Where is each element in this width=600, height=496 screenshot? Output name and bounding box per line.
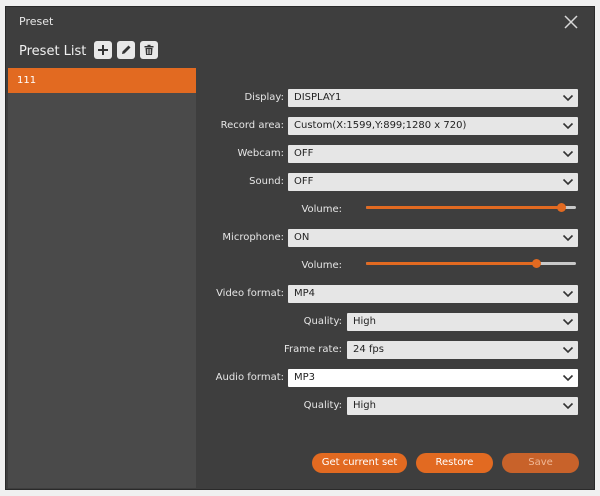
microphone-select[interactable]: ON	[288, 229, 578, 247]
display-value: DISPLAY1	[294, 92, 342, 103]
get-current-set-button[interactable]: Get current set	[312, 453, 407, 473]
frame-rate-select[interactable]: 24 fps	[347, 341, 578, 359]
preset-list-title: Preset List	[19, 44, 87, 59]
audio-format-row: Audio format: MP3	[196, 369, 594, 387]
pencil-icon[interactable]	[117, 41, 135, 59]
sound-row: Sound: OFF	[196, 173, 594, 191]
preset-item[interactable]: 111	[8, 68, 196, 93]
frame-rate-row: Frame rate: 24 fps	[196, 341, 594, 359]
preset-sidebar: 111	[8, 68, 196, 488]
microphone-label: Microphone:	[222, 232, 284, 243]
video-quality-select[interactable]: High	[347, 313, 578, 331]
preset-list-header: Preset List	[6, 37, 594, 65]
audio-format-value: MP3	[294, 372, 316, 383]
audio-quality-value: High	[353, 400, 376, 411]
display-select[interactable]: DISPLAY1	[288, 89, 578, 107]
slider-knob[interactable]	[532, 259, 542, 268]
mic-volume-label: Volume:	[301, 260, 342, 271]
record-area-row: Record area: Custom(X:1599,Y:899;1280 x …	[196, 117, 594, 135]
chevron-down-icon	[562, 346, 574, 354]
chevron-down-icon	[562, 94, 574, 102]
sound-volume-row: Volume:	[196, 201, 594, 219]
preset-window: Preset Preset List 111 Display: DISPLAY1…	[5, 6, 595, 490]
sound-select[interactable]: OFF	[288, 173, 578, 191]
webcam-select[interactable]: OFF	[288, 145, 578, 163]
record-area-select[interactable]: Custom(X:1599,Y:899;1280 x 720)	[288, 117, 578, 135]
video-format-select[interactable]: MP4	[288, 285, 578, 303]
mic-volume-row: Volume:	[196, 257, 594, 275]
sound-value: OFF	[294, 176, 314, 187]
audio-format-label: Audio format:	[215, 372, 284, 383]
chevron-down-icon	[562, 178, 574, 186]
display-label: Display:	[244, 92, 284, 103]
chevron-down-icon	[562, 318, 574, 326]
microphone-value: ON	[294, 232, 310, 243]
video-format-value: MP4	[294, 288, 316, 299]
chevron-down-icon	[562, 402, 574, 410]
frame-rate-value: 24 fps	[353, 344, 384, 355]
chevron-down-icon	[562, 122, 574, 130]
restore-button[interactable]: Restore	[416, 453, 493, 473]
video-quality-value: High	[353, 316, 376, 327]
record-area-label: Record area:	[220, 120, 284, 131]
save-button[interactable]: Save	[502, 453, 579, 473]
sound-volume-label: Volume:	[301, 204, 342, 215]
display-row: Display: DISPLAY1	[196, 89, 594, 107]
video-quality-row: Quality: High	[196, 313, 594, 331]
preset-settings: Display: DISPLAY1 Record area: Custom(X:…	[196, 68, 594, 488]
chevron-down-icon	[562, 374, 574, 382]
sound-volume-slider[interactable]	[366, 201, 576, 213]
mic-volume-slider[interactable]	[366, 257, 576, 269]
video-quality-label: Quality:	[303, 316, 342, 327]
audio-quality-row: Quality: High	[196, 397, 594, 415]
window-title: Preset	[19, 15, 54, 28]
chevron-down-icon	[562, 290, 574, 298]
plus-icon[interactable]	[94, 41, 112, 59]
video-format-label: Video format:	[216, 288, 284, 299]
video-format-row: Video format: MP4	[196, 285, 594, 303]
chevron-down-icon	[562, 234, 574, 242]
trash-icon[interactable]	[140, 41, 158, 59]
record-area-value: Custom(X:1599,Y:899;1280 x 720)	[294, 120, 467, 131]
webcam-value: OFF	[294, 148, 314, 159]
audio-quality-select[interactable]: High	[347, 397, 578, 415]
sound-label: Sound:	[249, 176, 284, 187]
audio-format-select[interactable]: MP3	[288, 369, 578, 387]
close-icon[interactable]	[562, 13, 580, 31]
slider-fill	[366, 262, 537, 265]
microphone-row: Microphone: ON	[196, 229, 594, 247]
frame-rate-label: Frame rate:	[283, 344, 342, 355]
chevron-down-icon	[562, 150, 574, 158]
audio-quality-label: Quality:	[303, 400, 342, 411]
slider-fill	[366, 206, 562, 209]
title-bar: Preset	[6, 7, 594, 37]
webcam-row: Webcam: OFF	[196, 145, 594, 163]
slider-knob[interactable]	[557, 203, 567, 212]
webcam-label: Webcam:	[237, 148, 284, 159]
